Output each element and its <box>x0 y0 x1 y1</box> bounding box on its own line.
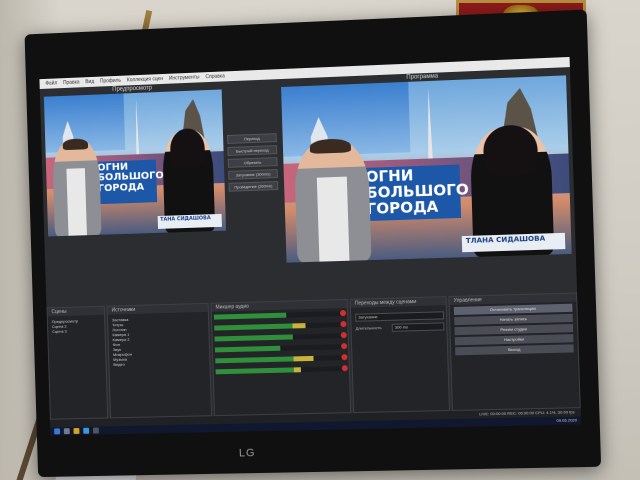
swipe-button[interactable]: Проведение (300ms) <box>228 181 279 192</box>
source-item[interactable]: Видео <box>113 360 205 367</box>
spire-silhouette <box>423 88 437 159</box>
mute-icon[interactable] <box>339 309 347 317</box>
fade-button[interactable]: Затухание (300ms) <box>228 169 278 180</box>
taskbar-clock: 09.06.2020 <box>556 417 578 423</box>
menu-item[interactable]: Вид <box>85 79 94 85</box>
mute-icon[interactable] <box>340 320 347 328</box>
start-icon[interactable] <box>54 428 61 435</box>
scene-transitions-dock: Переходы между сценами Затухание Длитель… <box>349 296 450 414</box>
hair <box>310 138 352 155</box>
scenes-dock: Сцены Предпросмотр Сцена 2 Сцена 3 <box>46 305 109 420</box>
cut-button[interactable]: Обрезать <box>227 157 278 168</box>
mute-icon[interactable] <box>341 365 348 372</box>
audio-meter <box>214 343 348 353</box>
meter-level <box>285 311 346 318</box>
preview-video: ОГНИ БОЛЬШОГО ГОРОДА ТАНА СИДАШОВА <box>43 89 227 237</box>
folder-icon[interactable] <box>73 427 80 434</box>
shirt <box>317 176 350 262</box>
duration-field[interactable]: 300 ms <box>391 322 445 332</box>
host-man <box>52 137 102 237</box>
transitions-header: Переходы между сценами <box>350 297 446 308</box>
meter-level <box>292 333 346 340</box>
mute-icon[interactable] <box>340 332 347 339</box>
menu-item[interactable]: Коллекция сцен <box>127 76 163 83</box>
menu-item[interactable]: Правка <box>63 79 80 86</box>
program-pane[interactable]: ОГНИ БОЛЬШОГО ГОРОДА ТЛАНА СИДАШОВА <box>281 75 572 263</box>
audio-meter <box>214 320 347 331</box>
menu-item[interactable]: Файл <box>45 80 57 86</box>
mixer-header: Микшер аудио <box>211 299 347 312</box>
studio-mode-button[interactable]: Режим студии <box>454 323 574 336</box>
tv-monitor: Файл Правка Вид Профиль Коллекция сцен И… <box>24 9 602 478</box>
lower-third: ТАНА СИДАШОВА <box>157 213 223 229</box>
preview-pane[interactable]: ОГНИ БОЛЬШОГО ГОРОДА ТАНА СИДАШОВА <box>43 89 227 237</box>
mute-icon[interactable] <box>341 343 348 350</box>
hair <box>482 123 539 178</box>
mute-icon[interactable] <box>341 354 348 361</box>
tv-brand-logo: LG <box>238 447 256 460</box>
obs-icon[interactable] <box>92 427 99 434</box>
start-recording-button[interactable]: Начать запись <box>454 313 573 326</box>
sources-dock: Источники Заставка Титры Логотип Камера … <box>106 302 213 419</box>
shirt <box>66 168 88 236</box>
settings-button[interactable]: Настройки <box>454 334 574 346</box>
scene-item[interactable]: Сцена 3 <box>52 328 101 334</box>
browser-icon[interactable] <box>83 427 90 434</box>
transition-button[interactable]: Переход <box>227 133 277 144</box>
duration-label: Длительность <box>355 325 382 331</box>
controls-dock: Управление Остановить трансляцию Начать … <box>448 292 581 411</box>
menu-item[interactable]: Профиль <box>100 78 121 85</box>
meter-level <box>300 366 347 373</box>
transition-panel: Переход Быстрый переход Обрезать Затухан… <box>227 133 279 195</box>
search-icon[interactable] <box>63 428 70 435</box>
show-title: ОГНИ БОЛЬШОГО ГОРОДА <box>365 166 470 218</box>
spire-silhouette <box>132 98 141 154</box>
lower-third-name: ТАНА СИДАШОВА <box>160 215 211 224</box>
audio-mixer-dock: Микшер аудио <box>210 298 352 417</box>
lower-third-name: ТЛАНА СИДАШОВА <box>465 234 546 246</box>
photo-scene: Файл Правка Вид Профиль Коллекция сцен И… <box>0 0 640 480</box>
audio-meter <box>213 309 347 320</box>
menu-item[interactable]: Инструменты <box>169 74 200 81</box>
host-man <box>294 138 372 263</box>
program-video: ОГНИ БОЛЬШОГО ГОРОДА ТЛАНА СИДАШОВА <box>281 75 572 263</box>
hair <box>169 127 206 170</box>
meter-level <box>280 344 347 351</box>
tv-screen: Файл Правка Вид Профиль Коллекция сцен И… <box>39 56 582 436</box>
audio-meter <box>214 332 347 342</box>
audio-meter <box>215 354 348 364</box>
menu-item[interactable]: Справка <box>205 73 225 80</box>
transition-select[interactable]: Затухание <box>355 311 445 322</box>
lower-third: ТЛАНА СИДАШОВА <box>461 232 566 252</box>
mixer-meters <box>212 309 349 375</box>
show-title: ОГНИ БОЛЬШОГО ГОРОДА <box>97 161 164 194</box>
hair <box>62 137 89 151</box>
quick-transition-button[interactable]: Быстрый переход <box>227 145 278 156</box>
exit-button[interactable]: Выход <box>455 344 574 356</box>
audio-meter <box>215 365 348 375</box>
